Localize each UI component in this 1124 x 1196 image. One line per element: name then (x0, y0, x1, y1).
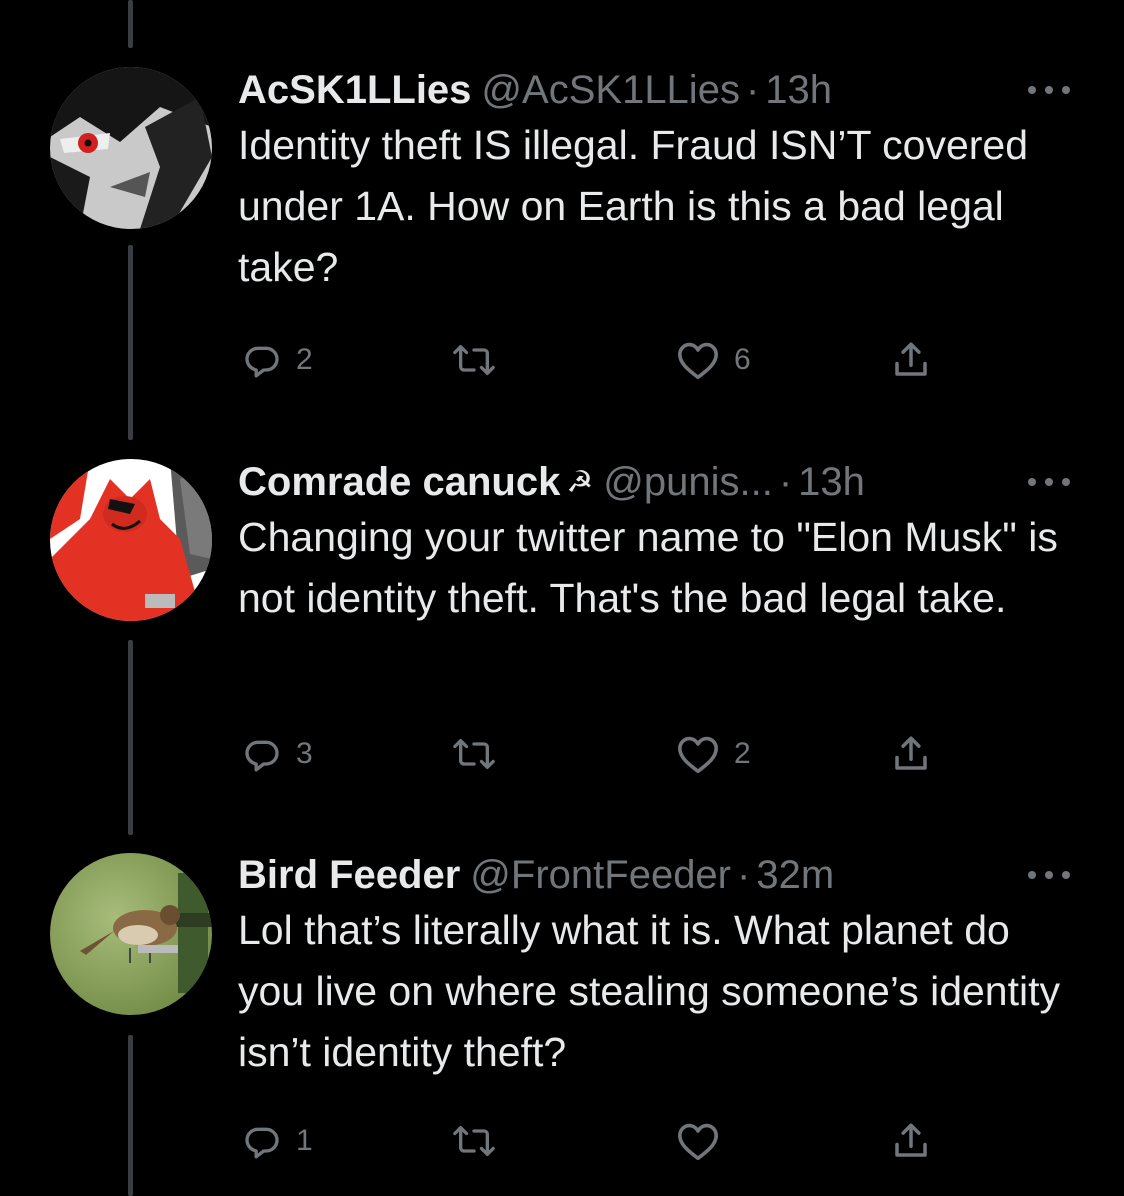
share-button[interactable] (890, 1116, 932, 1166)
tweet-actions: 2 6 (0, 335, 1124, 385)
separator: · (737, 853, 751, 897)
like-button[interactable] (676, 1116, 734, 1166)
avatar[interactable] (50, 459, 212, 621)
retweet-icon (452, 1121, 496, 1161)
timestamp[interactable]: 13h (798, 460, 865, 504)
tweet-text: Lol that’s literally what it is. What pl… (238, 907, 1061, 1075)
like-count: 6 (734, 343, 751, 376)
share-button[interactable] (890, 335, 932, 385)
tweet-header: Comrade canuck ☭ @punis... · 13h (238, 457, 865, 507)
like-button[interactable]: 2 (676, 729, 751, 779)
separator: · (778, 460, 793, 504)
tweet-actions: 1 (0, 1116, 1124, 1166)
hammer-sickle-emoji: ☭ (566, 466, 594, 499)
display-name[interactable]: Bird Feeder (238, 853, 460, 897)
user-handle[interactable]: @FrontFeeder (470, 853, 731, 897)
share-icon (890, 339, 932, 381)
like-button[interactable]: 6 (676, 335, 751, 385)
reply-icon (242, 1121, 282, 1161)
user-handle[interactable]: @punis... (603, 460, 773, 504)
thread-line-top (128, 0, 133, 48)
reply-button[interactable]: 3 (242, 729, 313, 779)
tweet-header: AcSK1LLies @AcSK1LLies · 13h (238, 65, 832, 115)
like-icon (676, 340, 720, 380)
separator: · (745, 68, 760, 112)
tweet-text: Changing your twitter name to "Elon Musk… (238, 514, 1058, 621)
reply-count: 1 (296, 1124, 313, 1157)
more-icon[interactable] (1028, 83, 1072, 97)
tweet-actions: 3 2 (0, 729, 1124, 779)
retweet-icon (452, 734, 496, 774)
reply-button[interactable]: 1 (242, 1116, 313, 1166)
share-icon (890, 733, 932, 775)
like-icon (676, 734, 720, 774)
retweet-button[interactable] (452, 729, 510, 779)
reply-button[interactable]: 2 (242, 335, 313, 385)
retweet-icon (452, 340, 496, 380)
avatar[interactable] (50, 67, 212, 229)
user-handle[interactable]: @AcSK1LLies (481, 68, 740, 112)
retweet-button[interactable] (452, 1116, 510, 1166)
like-count: 2 (734, 737, 751, 770)
like-icon (676, 1121, 720, 1161)
share-icon (890, 1120, 932, 1162)
display-name[interactable]: AcSK1LLies (238, 68, 471, 112)
tweet-text: Identity theft IS illegal. Fraud ISN’T c… (238, 122, 1029, 290)
reply-count: 3 (296, 737, 313, 770)
display-name[interactable]: Comrade canuck (238, 460, 560, 504)
reply-count: 2 (296, 343, 313, 376)
more-icon[interactable] (1028, 475, 1072, 489)
timestamp[interactable]: 32m (756, 853, 834, 897)
timestamp[interactable]: 13h (765, 68, 832, 112)
reply-icon (242, 734, 282, 774)
more-icon[interactable] (1028, 868, 1072, 882)
reply-icon (242, 340, 282, 380)
share-button[interactable] (890, 729, 932, 779)
retweet-button[interactable] (452, 335, 510, 385)
avatar[interactable] (50, 853, 212, 1015)
tweet-header: Bird Feeder @FrontFeeder · 32m (238, 850, 834, 900)
